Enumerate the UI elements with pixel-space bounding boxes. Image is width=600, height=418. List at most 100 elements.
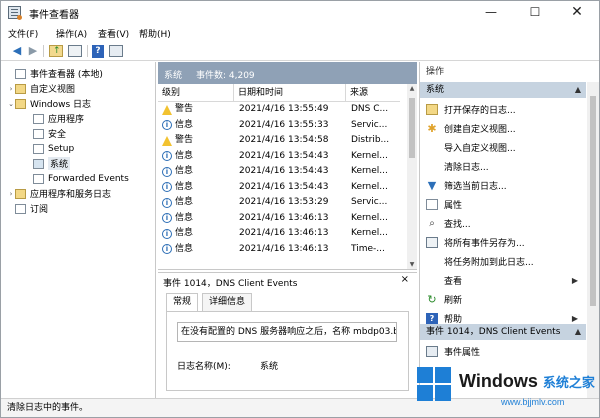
table-row[interactable]: i 信息 2021/4/16 13:46:13 Time-... — [158, 242, 400, 258]
tree-item-label: Setup — [48, 143, 75, 154]
tree-item-label: Forwarded Events — [48, 173, 129, 184]
scrollbar-thumb[interactable] — [590, 96, 596, 306]
table-row[interactable]: i 信息 2021/4/16 13:54:43 Kernel... — [158, 180, 400, 196]
events-scrollbar[interactable]: ▲ ▼ — [407, 84, 417, 269]
scroll-down-icon[interactable]: ▼ — [407, 260, 417, 269]
collapse-caret-icon[interactable]: ▲ — [575, 324, 581, 340]
tab-general[interactable]: 常规 — [166, 293, 199, 311]
action-item[interactable]: ↻ 刷新 — [420, 290, 586, 308]
level-text: 信息 — [175, 119, 194, 130]
table-row[interactable]: 警告 2021/4/16 13:54:58 Distrib... — [158, 133, 400, 149]
log-icon — [33, 173, 44, 184]
actions-group-event[interactable]: 事件 1014，DNS Client Events ▲ — [420, 324, 586, 340]
level-text: 警告 — [175, 135, 194, 145]
action-item[interactable]: 清除日志... — [420, 157, 586, 175]
action-item[interactable]: 查看 ▶ — [420, 271, 586, 289]
toolbar: ◀ ▶ ? — [1, 41, 599, 61]
log-name-label: 日志名称(M): — [177, 362, 231, 372]
action-item-label: 将任务附加到此日志... — [444, 257, 534, 268]
info-icon: i — [162, 228, 172, 239]
table-row[interactable]: i 信息 2021/4/16 13:54:43 Kernel... — [158, 149, 400, 165]
show-action-pane-icon[interactable] — [109, 45, 123, 57]
folder-icon — [15, 83, 26, 94]
tree-item-system[interactable]: 系统 — [33, 156, 71, 171]
menu-help[interactable]: 帮助(H) — [139, 27, 171, 40]
forward-arrow-icon[interactable]: ▶ — [26, 44, 40, 58]
action-item[interactable]: 属性 — [420, 195, 586, 213]
tab-details[interactable]: 详细信息 — [202, 293, 253, 311]
column-header-source[interactable]: 来源 — [346, 84, 400, 102]
minimize-button[interactable]: — — [469, 1, 513, 25]
menu-bar: 文件(F) 操作(A) 查看(V) 帮助(H) — [1, 25, 599, 41]
cell-source: Kernel... — [351, 181, 388, 192]
table-row[interactable]: i 信息 2021/4/16 13:46:13 Kernel... — [158, 226, 400, 242]
expand-chevron-icon[interactable]: › — [7, 85, 15, 93]
menu-file[interactable]: 文件(F) — [8, 27, 38, 40]
action-item-label: 创建自定义视图... — [444, 124, 516, 135]
action-item[interactable]: ✱ 创建自定义视图... — [420, 119, 586, 137]
tree-item-windows-logs[interactable]: ⌄ Windows 日志 — [7, 96, 91, 111]
action-item[interactable]: ▼ 筛选当前日志... — [420, 176, 586, 194]
actions-group-label: 事件 1014，DNS Client Events — [426, 327, 561, 337]
tree-item-security[interactable]: 安全 — [33, 126, 66, 141]
watermark-cn-text: 系统之家 — [542, 375, 595, 390]
maximize-button[interactable]: ☐ — [513, 1, 557, 25]
tree-item-label: 订阅 — [30, 205, 49, 215]
close-button[interactable]: ✕ — [555, 1, 599, 25]
action-item[interactable]: ⌕ 查找... — [420, 214, 586, 232]
level-text: 信息 — [175, 166, 194, 176]
windows-logo-icon — [417, 367, 453, 403]
table-row[interactable]: i 信息 2021/4/16 13:54:43 Kernel... — [158, 164, 400, 180]
action-item[interactable]: 将任务附加到此日志... — [420, 252, 586, 270]
expand-chevron-icon[interactable]: › — [7, 190, 15, 198]
action-item[interactable]: 导入自定义视图... — [420, 138, 586, 156]
event-detail-title: 事件 1014，DNS Client Events — [163, 279, 298, 289]
actions-group-system[interactable]: 系统 ▲ — [420, 82, 586, 98]
scroll-up-icon[interactable]: ▲ — [407, 84, 417, 94]
table-row[interactable]: i 信息 2021/4/16 13:53:29 Servic... — [158, 195, 400, 211]
column-header-datetime[interactable]: 日期和时间 — [234, 84, 346, 102]
warning-icon — [162, 135, 172, 146]
event-message[interactable]: 在没有配置的 DNS 服务器响应之后，名称 mbdp03.b — [177, 322, 397, 342]
tree-item-application[interactable]: 应用程序 — [33, 111, 84, 126]
table-row[interactable]: i 信息 2021/4/16 13:46:13 Kernel... — [158, 211, 400, 227]
column-header-level[interactable]: 级别 — [158, 84, 234, 102]
tree-item-forwarded-events[interactable]: Forwarded Events — [33, 171, 129, 186]
cell-level: 警告 — [162, 133, 234, 149]
events-pane-header: 系统 事件数: 4,209 — [158, 62, 417, 84]
cell-source: Kernel... — [351, 228, 388, 238]
log-icon — [33, 143, 44, 154]
action-item[interactable]: 将所有事件另存为... — [420, 233, 586, 251]
cell-datetime: 2021/4/16 13:54:43 — [239, 181, 329, 192]
collapse-caret-icon[interactable]: ▲ — [575, 82, 581, 98]
show-hide-tree-icon[interactable] — [68, 45, 82, 57]
tree-item-subscriptions[interactable]: 订阅 — [7, 201, 48, 216]
table-row[interactable]: 警告 2021/4/16 13:55:49 DNS C... — [158, 102, 400, 118]
refresh-icon: ↻ — [427, 292, 437, 306]
events-table-body: 警告 2021/4/16 13:55:49 DNS C... i 信息 2021/4/16… — [158, 102, 400, 257]
detail-close-icon[interactable]: × — [401, 274, 409, 285]
tree-item-apps-services-logs[interactable]: › 应用程序和服务日志 — [7, 186, 111, 201]
find-icon: ⌕ — [429, 217, 435, 229]
scrollbar-thumb[interactable] — [409, 98, 415, 158]
table-row[interactable]: i 信息 2021/4/16 13:55:33 Servic... — [158, 118, 400, 134]
actions-header: 操作 — [426, 67, 445, 77]
cell-datetime: 2021/4/16 13:46:13 — [239, 243, 329, 254]
window-title: 事件查看器 — [29, 10, 79, 21]
menu-action[interactable]: 操作(A) — [56, 27, 87, 40]
up-folder-icon[interactable] — [49, 44, 63, 58]
tree-item-custom-views[interactable]: › 自定义视图 — [7, 81, 75, 96]
actions-scrollbar[interactable] — [587, 82, 599, 398]
save-icon — [426, 236, 438, 248]
back-arrow-icon[interactable]: ◀ — [10, 44, 24, 58]
help-icon[interactable]: ? — [92, 45, 104, 58]
tree-item-setup[interactable]: Setup — [33, 141, 74, 156]
tree-item-event-viewer-local[interactable]: 事件查看器 (本地) — [7, 66, 103, 81]
action-item[interactable]: 打开保存的日志... — [420, 100, 586, 118]
event-viewer-app-icon — [8, 6, 22, 20]
log-icon — [33, 128, 44, 139]
menu-view[interactable]: 查看(V) — [98, 27, 129, 40]
blank-icon — [426, 256, 438, 267]
collapse-chevron-icon[interactable]: ⌄ — [7, 100, 15, 108]
action-item[interactable]: 事件属性 — [420, 342, 586, 360]
